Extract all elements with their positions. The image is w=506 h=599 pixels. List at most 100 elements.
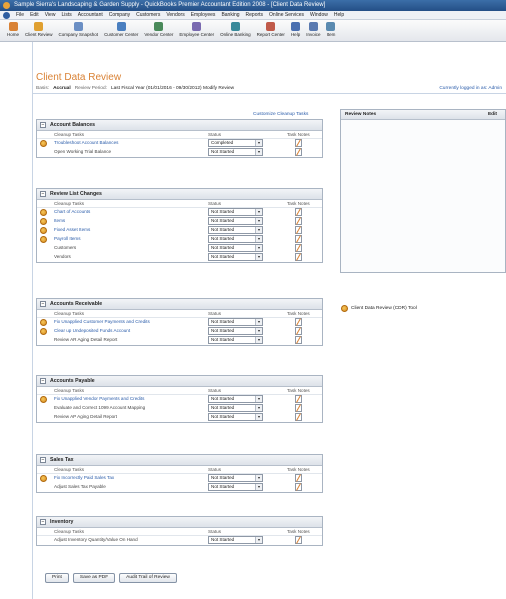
review-period-value[interactable]: Last Fiscal Year (01/01/2016 - 09/30/201… [111, 86, 234, 91]
task-link[interactable]: Customers [54, 245, 76, 250]
status-dropdown[interactable]: Not Started ▾ [208, 474, 263, 482]
status-dropdown[interactable]: Not Started ▾ [208, 318, 263, 326]
toolbar-report-center-button[interactable]: Report Center [254, 20, 288, 41]
status-dropdown[interactable]: Not Started ▾ [208, 536, 263, 544]
chevron-down-icon[interactable]: ▾ [255, 537, 262, 543]
logged-in-status[interactable]: Currently logged in as: Admin [439, 86, 502, 91]
task-link[interactable]: Open Working Trial Balance [54, 149, 111, 154]
collapse-toggle-icon[interactable]: − [40, 301, 46, 307]
menu-window[interactable]: Window [310, 11, 328, 19]
task-link[interactable]: Items [54, 218, 65, 223]
customize-cleanup-tasks-link[interactable]: Customize Cleanup Tasks [253, 112, 308, 117]
task-link[interactable]: Review AR Aging Detail Report [54, 337, 117, 342]
menu-online-services[interactable]: Online Services [269, 11, 304, 19]
chevron-down-icon[interactable]: ▾ [255, 396, 262, 402]
task-note-icon[interactable] [295, 536, 302, 544]
task-note-icon[interactable] [295, 483, 302, 491]
chevron-down-icon[interactable]: ▾ [255, 405, 262, 411]
task-link[interactable]: Review AP Aging Detail Report [54, 414, 117, 419]
task-link[interactable]: Fix Incorrectly Paid Sales Tax [54, 475, 114, 480]
status-dropdown[interactable]: Not Started ▾ [208, 395, 263, 403]
toolbar-customer-center-button[interactable]: Customer Center [101, 20, 141, 41]
task-note-icon[interactable] [295, 226, 302, 234]
task-note-icon[interactable] [295, 404, 302, 412]
collapse-toggle-icon[interactable]: − [40, 519, 46, 525]
task-link[interactable]: Chart of Accounts [54, 209, 90, 214]
menu-help[interactable]: Help [334, 11, 344, 19]
menu-banking[interactable]: Banking [221, 11, 239, 19]
status-dropdown[interactable]: Not Started ▾ [208, 253, 263, 261]
chevron-down-icon[interactable]: ▾ [255, 319, 262, 325]
menu-vendors[interactable]: Vendors [166, 11, 184, 19]
task-link[interactable]: Troubleshoot Account Balances [54, 140, 118, 145]
basis-accrual[interactable]: Accrual [53, 86, 71, 91]
task-note-icon[interactable] [295, 235, 302, 243]
status-dropdown[interactable]: Not Started ▾ [208, 483, 263, 491]
system-menu-icon[interactable] [3, 12, 10, 19]
status-dropdown[interactable]: Not Started ▾ [208, 148, 263, 156]
task-link[interactable]: Adjust Inventory Quantity/Value On Hand [54, 537, 138, 542]
chevron-down-icon[interactable]: ▾ [255, 140, 262, 146]
task-note-icon[interactable] [295, 139, 302, 147]
menu-company[interactable]: Company [109, 11, 130, 19]
toolbar-employee-center-button[interactable]: Employee Center [176, 20, 217, 41]
task-note-icon[interactable] [295, 244, 302, 252]
collapse-toggle-icon[interactable]: − [40, 122, 46, 128]
task-note-icon[interactable] [295, 148, 302, 156]
task-note-icon[interactable] [295, 217, 302, 225]
status-dropdown[interactable]: Not Started ▾ [208, 244, 263, 252]
menu-employees[interactable]: Employees [191, 11, 216, 19]
collapse-toggle-icon[interactable]: − [40, 378, 46, 384]
status-dropdown[interactable]: Not Started ▾ [208, 336, 263, 344]
audit-trail-button[interactable]: Audit Trail of Review [119, 573, 177, 583]
menu-view[interactable]: View [45, 11, 56, 19]
task-link[interactable]: Payroll Items [54, 236, 81, 241]
cdr-tool-link[interactable]: Client Data Review (CDR) Tool [341, 305, 417, 312]
status-dropdown[interactable]: Not Started ▾ [208, 208, 263, 216]
toolbar-help-button[interactable]: Help [288, 20, 303, 41]
collapse-toggle-icon[interactable]: − [40, 457, 46, 463]
toolbar-vendor-center-button[interactable]: Vendor Center [141, 20, 176, 41]
task-note-icon[interactable] [295, 336, 302, 344]
chevron-down-icon[interactable]: ▾ [255, 484, 262, 490]
chevron-down-icon[interactable]: ▾ [255, 337, 262, 343]
print-button[interactable]: Print [45, 573, 69, 583]
menu-accountant[interactable]: Accountant [78, 11, 103, 19]
status-dropdown[interactable]: Not Started ▾ [208, 404, 263, 412]
task-note-icon[interactable] [295, 395, 302, 403]
toolbar-home-button[interactable]: Home [4, 20, 22, 41]
chevron-down-icon[interactable]: ▾ [255, 227, 262, 233]
task-link[interactable]: Clear up Undeposited Funds Account [54, 328, 130, 333]
task-note-icon[interactable] [295, 474, 302, 482]
chevron-down-icon[interactable]: ▾ [255, 414, 262, 420]
task-link[interactable]: Adjust Sales Tax Payable [54, 484, 106, 489]
task-note-icon[interactable] [295, 327, 302, 335]
status-dropdown[interactable]: Not Started ▾ [208, 413, 263, 421]
menu-customers[interactable]: Customers [136, 11, 160, 19]
chevron-down-icon[interactable]: ▾ [255, 475, 262, 481]
review-notes-edit-button[interactable]: Edit [488, 112, 497, 117]
toolbar-invoice-button[interactable]: Invoice [303, 20, 323, 41]
chevron-down-icon[interactable]: ▾ [255, 236, 262, 242]
status-dropdown[interactable]: Not Started ▾ [208, 217, 263, 225]
chevron-down-icon[interactable]: ▾ [255, 245, 262, 251]
menu-edit[interactable]: Edit [30, 11, 39, 19]
task-link[interactable]: Evaluate and Correct 1099 Account Mappin… [54, 405, 145, 410]
task-note-icon[interactable] [295, 253, 302, 261]
status-dropdown[interactable]: Completed ▾ [208, 139, 263, 147]
menu-file[interactable]: File [16, 11, 24, 19]
chevron-down-icon[interactable]: ▾ [255, 218, 262, 224]
chevron-down-icon[interactable]: ▾ [255, 254, 262, 260]
chevron-down-icon[interactable]: ▾ [255, 149, 262, 155]
task-link[interactable]: Fix Unapplied Vendor Payments and Credit… [54, 396, 144, 401]
collapse-toggle-icon[interactable]: − [40, 191, 46, 197]
toolbar-company-snapshot-button[interactable]: Company Snapshot [56, 20, 102, 41]
task-link[interactable]: Vendors [54, 254, 71, 259]
chevron-down-icon[interactable]: ▾ [255, 328, 262, 334]
menu-reports[interactable]: Reports [246, 11, 264, 19]
save-as-pdf-button[interactable]: Save as PDF [72, 573, 116, 583]
task-note-icon[interactable] [295, 208, 302, 216]
toolbar-client-review-button[interactable]: Client Review [22, 20, 56, 41]
toolbar-online-banking-button[interactable]: Online Banking [217, 20, 254, 41]
task-link[interactable]: Fixed Asset Items [54, 227, 90, 232]
